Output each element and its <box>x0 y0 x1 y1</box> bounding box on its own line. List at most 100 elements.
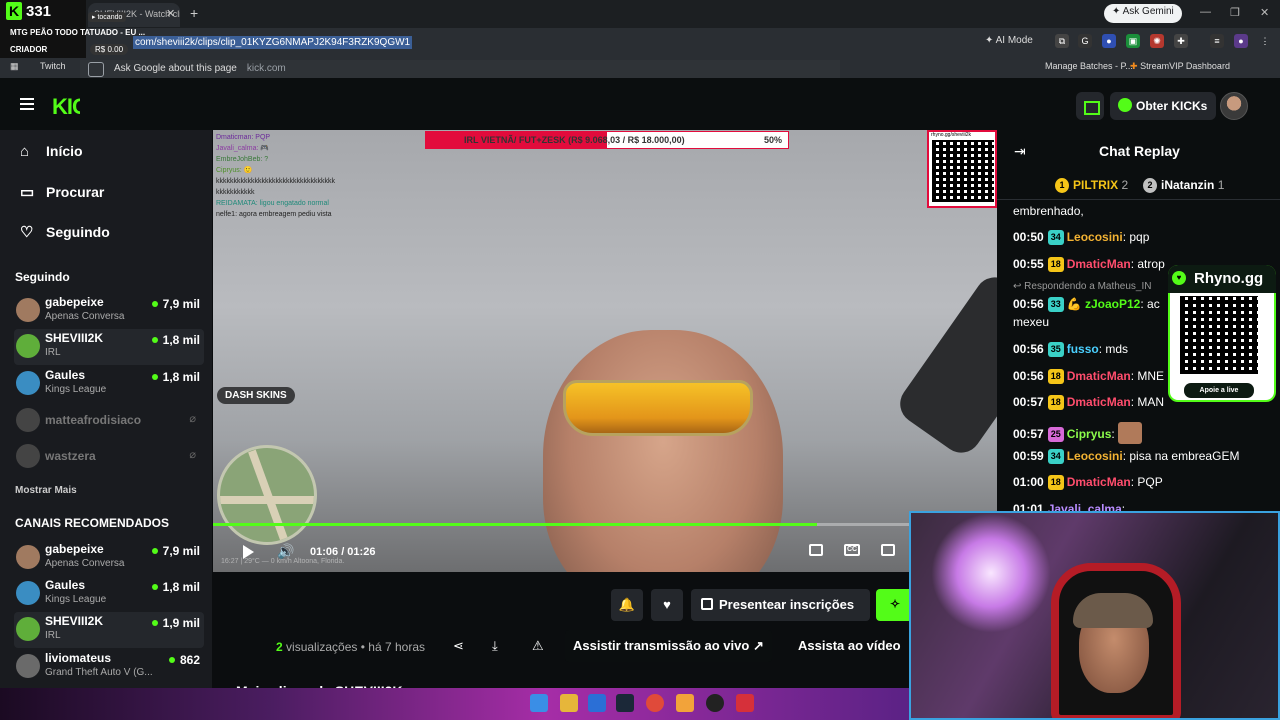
show-more-link[interactable]: Mostrar Mais <box>15 485 77 496</box>
avatar <box>16 298 40 322</box>
msg-user[interactable]: DmaticMan <box>1067 475 1131 489</box>
user-avatar[interactable] <box>1220 92 1248 120</box>
channel-viewers: 1,9 mil <box>152 616 200 630</box>
extension-icon[interactable]: ⧉ <box>1055 34 1069 48</box>
collapse-chat-icon[interactable]: ⇥ <box>1014 143 1026 160</box>
msg-user[interactable]: zJoaoP12 <box>1085 297 1140 311</box>
msg-text: : <box>1111 427 1115 441</box>
watch-live-button[interactable]: Assistir transmissão ao vivo ↗ <box>565 630 772 662</box>
volume-icon[interactable]: 🔊 <box>277 543 294 560</box>
follow-button[interactable]: ♥ <box>651 589 683 621</box>
leaderboard-user[interactable]: iNatanzin 1 <box>1161 178 1224 192</box>
share-icon[interactable]: ⋖ <box>453 638 464 654</box>
nav-inicio[interactable]: ⌂ Início <box>20 143 83 160</box>
tab-search-icon[interactable]: ≡ <box>1210 34 1224 48</box>
heart-icon: ♥ <box>663 597 671 612</box>
recommended-channel-gabepeixe[interactable]: gabepeixe Apenas Conversa 7,9 mil <box>14 540 204 576</box>
msg-time: 00:56 <box>1013 297 1044 311</box>
url-field[interactable]: com/sheviii2k/clips/clip_01KYZG6NMAPJ2K9… <box>133 36 413 49</box>
msg-user[interactable]: Cipryus <box>1067 427 1112 441</box>
msg-user[interactable]: Leocosini <box>1067 230 1123 244</box>
ask-gemini-button[interactable]: ✦ Ask Gemini <box>1104 4 1182 23</box>
following-channel-wastzera[interactable]: wastzera ⌀ <box>14 439 204 475</box>
bookmark-twitch[interactable]: Twitch <box>40 61 66 71</box>
google-lens-icon <box>88 62 104 77</box>
tab-close-icon[interactable]: ✕ <box>166 7 175 20</box>
emote-icon <box>1118 422 1143 444</box>
pip-icon[interactable] <box>809 544 823 556</box>
sub-badge: 34 <box>1047 449 1064 464</box>
following-channel-gabepeixe[interactable]: gabepeixe Apenas Conversa 7,9 mil <box>14 293 204 329</box>
following-channel-matteafrodisiaco[interactable]: matteafrodisiaco ⌀ <box>14 403 204 439</box>
ai-mode-button[interactable]: ✦ AI Mode <box>985 35 1033 46</box>
profile-icon[interactable]: ● <box>1234 34 1248 48</box>
sub-badge: 33 <box>1047 297 1064 312</box>
puzzle-icon[interactable]: ✚ <box>1174 34 1188 48</box>
nav-seguindo[interactable]: ♡ Seguindo <box>20 223 110 241</box>
dash-skins-badge: DASH SKINS <box>217 387 295 404</box>
minimize-icon[interactable]: — <box>1200 6 1211 18</box>
obter-kicks-label: Obter KICKs <box>1136 99 1208 113</box>
chat-title: Chat Replay <box>1099 143 1180 159</box>
video-player[interactable]: IRL VIETNÃ/ FUT+ZESK (R$ 9.068,03 / R$ 1… <box>213 130 997 572</box>
bookmark-streamvip[interactable]: ✚ StreamVIP Dashboard <box>1130 61 1230 72</box>
bookmark-manage-batches[interactable]: Manage Batches - P... <box>1045 61 1133 71</box>
theater-icon[interactable] <box>881 544 895 556</box>
new-tab-icon[interactable]: + <box>190 5 198 21</box>
following-channel-sheviii2k[interactable]: SHEVIII2K IRL 1,8 mil <box>14 329 204 365</box>
bell-icon: 🔔 <box>618 597 636 612</box>
restore-icon[interactable]: ❐ <box>1230 6 1240 19</box>
msg-user[interactable]: Leocosini <box>1067 449 1123 463</box>
chat-leaderboard <box>997 172 1280 200</box>
kick-logo[interactable]: KICK <box>52 94 80 120</box>
grammarly-icon[interactable]: G <box>1078 34 1092 48</box>
store-icon[interactable] <box>1076 92 1104 120</box>
now-playing-badge: ▸ tocando <box>88 12 127 22</box>
msg-user[interactable]: DmaticMan <box>1067 257 1131 271</box>
msg-text: : atrop <box>1130 257 1165 271</box>
rank-badge: 1 <box>1055 178 1069 193</box>
app-icon[interactable] <box>736 694 754 712</box>
sub-badge: 34 <box>1047 230 1064 245</box>
close-window-icon[interactable]: ✕ <box>1260 6 1269 19</box>
msg-user[interactable]: DmaticMan <box>1067 369 1131 383</box>
ask-google-suggestion[interactable]: Ask Google about this page kick.com <box>80 60 840 80</box>
video-scene-glasses <box>563 380 753 436</box>
app-icon[interactable] <box>676 694 694 712</box>
msg-user[interactable]: fusso <box>1067 342 1099 356</box>
download-icon[interactable]: ⤓ <box>492 638 498 654</box>
extension-icon[interactable]: ▣ <box>1126 34 1140 48</box>
video-scene-person <box>543 330 783 572</box>
leaderboard-user[interactable]: PILTRIX 2 <box>1073 178 1128 192</box>
sparkle-icon: ✧ <box>890 597 901 611</box>
captions-icon[interactable]: CC <box>844 544 860 556</box>
nav-procurar[interactable]: ▭ Procurar <box>20 183 104 201</box>
extension-icon[interactable]: ✺ <box>1150 34 1164 48</box>
channel-name: liviomateus <box>45 651 112 665</box>
file-explorer-icon[interactable] <box>560 694 578 712</box>
leaderboard-count: 1 <box>1217 178 1225 192</box>
report-icon[interactable]: ⚠ <box>532 638 544 654</box>
obs-icon[interactable] <box>706 694 724 712</box>
clip-age: • há 7 horas <box>360 640 425 654</box>
steam-icon[interactable] <box>616 694 634 712</box>
recommended-channel-sheviii2k[interactable]: SHEVIII2K IRL 1,9 mil <box>14 612 204 648</box>
following-channel-gaules[interactable]: Gaules Kings League 1,8 mil <box>14 366 204 402</box>
recommended-channel-liviomateus[interactable]: liviomateus Grand Theft Auto V (G... 862 <box>14 649 204 685</box>
menu-icon[interactable] <box>20 98 34 110</box>
watch-video-button[interactable]: Assista ao vídeo <box>790 630 909 662</box>
apps-icon[interactable]: ▦ <box>10 61 19 72</box>
overlay-now-playing: MTG PEÃO TODO TATUADO - EU ... <box>10 28 146 37</box>
gift-subs-button[interactable]: Presentear inscrições <box>691 589 870 621</box>
notify-bell-button[interactable]: 🔔 <box>611 589 643 621</box>
windows-start-icon[interactable] <box>530 694 548 712</box>
extension-icon[interactable]: ● <box>1102 34 1116 48</box>
recommended-channel-gaules[interactable]: Gaules Kings League 1,8 mil <box>14 576 204 612</box>
nav-label: Seguindo <box>46 224 110 240</box>
play-icon[interactable] <box>243 545 254 559</box>
menu-kebab-icon[interactable]: ⋮ <box>1258 34 1272 48</box>
chrome-icon[interactable] <box>646 694 664 712</box>
app-icon[interactable] <box>588 694 606 712</box>
avatar <box>16 444 40 468</box>
msg-user[interactable]: DmaticMan <box>1067 395 1131 409</box>
